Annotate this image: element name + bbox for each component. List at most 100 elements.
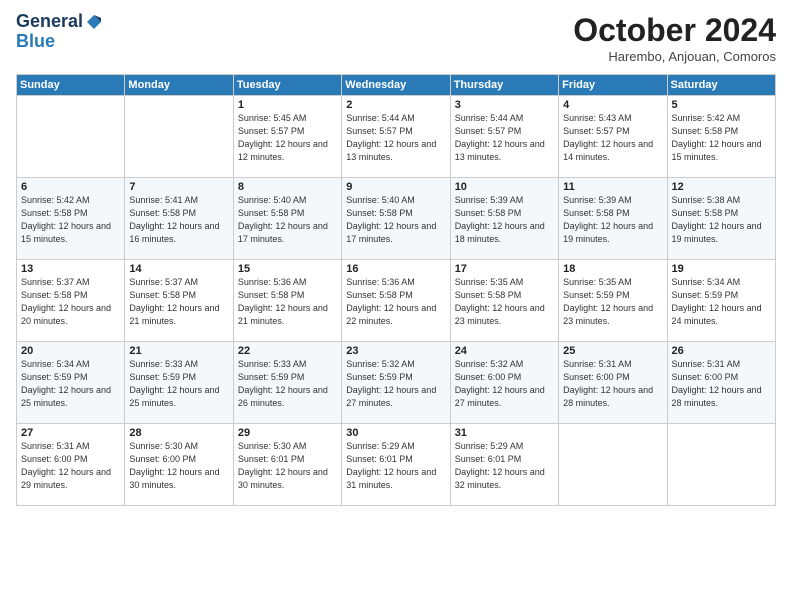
- weekday-header-saturday: Saturday: [667, 75, 775, 96]
- day-info: Sunrise: 5:31 AMSunset: 6:00 PMDaylight:…: [21, 440, 120, 492]
- weekday-header-sunday: Sunday: [17, 75, 125, 96]
- day-info: Sunrise: 5:31 AMSunset: 6:00 PMDaylight:…: [672, 358, 771, 410]
- day-info: Sunrise: 5:31 AMSunset: 6:00 PMDaylight:…: [563, 358, 662, 410]
- calendar-cell: 12Sunrise: 5:38 AMSunset: 5:58 PMDayligh…: [667, 178, 775, 260]
- day-number: 4: [563, 99, 662, 111]
- logo-blue: Blue: [16, 32, 55, 52]
- calendar-cell: 30Sunrise: 5:29 AMSunset: 6:01 PMDayligh…: [342, 424, 450, 506]
- page: General Blue October 2024 Harembo, Anjou…: [0, 0, 792, 612]
- day-number: 10: [455, 181, 554, 193]
- week-row-1: 1Sunrise: 5:45 AMSunset: 5:57 PMDaylight…: [17, 96, 776, 178]
- day-info: Sunrise: 5:42 AMSunset: 5:58 PMDaylight:…: [672, 112, 771, 164]
- calendar-cell: 21Sunrise: 5:33 AMSunset: 5:59 PMDayligh…: [125, 342, 233, 424]
- day-number: 3: [455, 99, 554, 111]
- calendar-cell: [559, 424, 667, 506]
- day-info: Sunrise: 5:35 AMSunset: 5:58 PMDaylight:…: [455, 276, 554, 328]
- weekday-header-monday: Monday: [125, 75, 233, 96]
- day-info: Sunrise: 5:33 AMSunset: 5:59 PMDaylight:…: [238, 358, 337, 410]
- calendar-cell: 26Sunrise: 5:31 AMSunset: 6:00 PMDayligh…: [667, 342, 775, 424]
- weekday-header-row: SundayMondayTuesdayWednesdayThursdayFrid…: [17, 75, 776, 96]
- calendar-cell: 1Sunrise: 5:45 AMSunset: 5:57 PMDaylight…: [233, 96, 341, 178]
- calendar-cell: 6Sunrise: 5:42 AMSunset: 5:58 PMDaylight…: [17, 178, 125, 260]
- day-info: Sunrise: 5:29 AMSunset: 6:01 PMDaylight:…: [346, 440, 445, 492]
- day-number: 19: [672, 263, 771, 275]
- day-number: 2: [346, 99, 445, 111]
- day-number: 28: [129, 427, 228, 439]
- subtitle: Harembo, Anjouan, Comoros: [573, 49, 776, 64]
- day-info: Sunrise: 5:36 AMSunset: 5:58 PMDaylight:…: [346, 276, 445, 328]
- day-info: Sunrise: 5:38 AMSunset: 5:58 PMDaylight:…: [672, 194, 771, 246]
- day-number: 24: [455, 345, 554, 357]
- day-number: 16: [346, 263, 445, 275]
- day-number: 27: [21, 427, 120, 439]
- day-number: 21: [129, 345, 228, 357]
- day-number: 12: [672, 181, 771, 193]
- calendar-cell: 25Sunrise: 5:31 AMSunset: 6:00 PMDayligh…: [559, 342, 667, 424]
- header: General Blue October 2024 Harembo, Anjou…: [16, 12, 776, 64]
- day-number: 29: [238, 427, 337, 439]
- day-number: 6: [21, 181, 120, 193]
- weekday-header-thursday: Thursday: [450, 75, 558, 96]
- day-info: Sunrise: 5:40 AMSunset: 5:58 PMDaylight:…: [238, 194, 337, 246]
- day-info: Sunrise: 5:42 AMSunset: 5:58 PMDaylight:…: [21, 194, 120, 246]
- day-number: 17: [455, 263, 554, 275]
- day-number: 22: [238, 345, 337, 357]
- day-info: Sunrise: 5:37 AMSunset: 5:58 PMDaylight:…: [21, 276, 120, 328]
- calendar-table: SundayMondayTuesdayWednesdayThursdayFrid…: [16, 74, 776, 506]
- day-info: Sunrise: 5:32 AMSunset: 6:00 PMDaylight:…: [455, 358, 554, 410]
- logo-text: General: [16, 12, 103, 32]
- day-info: Sunrise: 5:39 AMSunset: 5:58 PMDaylight:…: [455, 194, 554, 246]
- calendar-cell: 9Sunrise: 5:40 AMSunset: 5:58 PMDaylight…: [342, 178, 450, 260]
- day-number: 31: [455, 427, 554, 439]
- week-row-4: 20Sunrise: 5:34 AMSunset: 5:59 PMDayligh…: [17, 342, 776, 424]
- day-info: Sunrise: 5:44 AMSunset: 5:57 PMDaylight:…: [346, 112, 445, 164]
- calendar-cell: 10Sunrise: 5:39 AMSunset: 5:58 PMDayligh…: [450, 178, 558, 260]
- calendar-cell: 17Sunrise: 5:35 AMSunset: 5:58 PMDayligh…: [450, 260, 558, 342]
- day-number: 18: [563, 263, 662, 275]
- calendar-cell: 19Sunrise: 5:34 AMSunset: 5:59 PMDayligh…: [667, 260, 775, 342]
- calendar-cell: 28Sunrise: 5:30 AMSunset: 6:00 PMDayligh…: [125, 424, 233, 506]
- calendar-cell: 5Sunrise: 5:42 AMSunset: 5:58 PMDaylight…: [667, 96, 775, 178]
- calendar-cell: 27Sunrise: 5:31 AMSunset: 6:00 PMDayligh…: [17, 424, 125, 506]
- calendar-cell: 29Sunrise: 5:30 AMSunset: 6:01 PMDayligh…: [233, 424, 341, 506]
- day-info: Sunrise: 5:40 AMSunset: 5:58 PMDaylight:…: [346, 194, 445, 246]
- calendar-cell: 4Sunrise: 5:43 AMSunset: 5:57 PMDaylight…: [559, 96, 667, 178]
- day-number: 26: [672, 345, 771, 357]
- calendar-cell: 13Sunrise: 5:37 AMSunset: 5:58 PMDayligh…: [17, 260, 125, 342]
- day-number: 5: [672, 99, 771, 111]
- day-number: 30: [346, 427, 445, 439]
- day-number: 1: [238, 99, 337, 111]
- day-info: Sunrise: 5:30 AMSunset: 6:01 PMDaylight:…: [238, 440, 337, 492]
- day-number: 14: [129, 263, 228, 275]
- weekday-header-wednesday: Wednesday: [342, 75, 450, 96]
- day-info: Sunrise: 5:35 AMSunset: 5:59 PMDaylight:…: [563, 276, 662, 328]
- day-number: 7: [129, 181, 228, 193]
- day-info: Sunrise: 5:29 AMSunset: 6:01 PMDaylight:…: [455, 440, 554, 492]
- day-number: 11: [563, 181, 662, 193]
- day-number: 25: [563, 345, 662, 357]
- logo-icon: [85, 13, 103, 31]
- week-row-5: 27Sunrise: 5:31 AMSunset: 6:00 PMDayligh…: [17, 424, 776, 506]
- day-info: Sunrise: 5:34 AMSunset: 5:59 PMDaylight:…: [672, 276, 771, 328]
- day-number: 8: [238, 181, 337, 193]
- calendar-cell: [667, 424, 775, 506]
- day-info: Sunrise: 5:32 AMSunset: 5:59 PMDaylight:…: [346, 358, 445, 410]
- calendar-cell: 2Sunrise: 5:44 AMSunset: 5:57 PMDaylight…: [342, 96, 450, 178]
- calendar-cell: 8Sunrise: 5:40 AMSunset: 5:58 PMDaylight…: [233, 178, 341, 260]
- day-number: 23: [346, 345, 445, 357]
- calendar-cell: 14Sunrise: 5:37 AMSunset: 5:58 PMDayligh…: [125, 260, 233, 342]
- calendar-cell: 16Sunrise: 5:36 AMSunset: 5:58 PMDayligh…: [342, 260, 450, 342]
- calendar-cell: 23Sunrise: 5:32 AMSunset: 5:59 PMDayligh…: [342, 342, 450, 424]
- day-info: Sunrise: 5:41 AMSunset: 5:58 PMDaylight:…: [129, 194, 228, 246]
- day-info: Sunrise: 5:45 AMSunset: 5:57 PMDaylight:…: [238, 112, 337, 164]
- day-info: Sunrise: 5:34 AMSunset: 5:59 PMDaylight:…: [21, 358, 120, 410]
- logo: General Blue: [16, 12, 103, 52]
- day-info: Sunrise: 5:30 AMSunset: 6:00 PMDaylight:…: [129, 440, 228, 492]
- weekday-header-friday: Friday: [559, 75, 667, 96]
- calendar-cell: 7Sunrise: 5:41 AMSunset: 5:58 PMDaylight…: [125, 178, 233, 260]
- day-info: Sunrise: 5:39 AMSunset: 5:58 PMDaylight:…: [563, 194, 662, 246]
- day-number: 9: [346, 181, 445, 193]
- day-info: Sunrise: 5:33 AMSunset: 5:59 PMDaylight:…: [129, 358, 228, 410]
- calendar-cell: 20Sunrise: 5:34 AMSunset: 5:59 PMDayligh…: [17, 342, 125, 424]
- week-row-3: 13Sunrise: 5:37 AMSunset: 5:58 PMDayligh…: [17, 260, 776, 342]
